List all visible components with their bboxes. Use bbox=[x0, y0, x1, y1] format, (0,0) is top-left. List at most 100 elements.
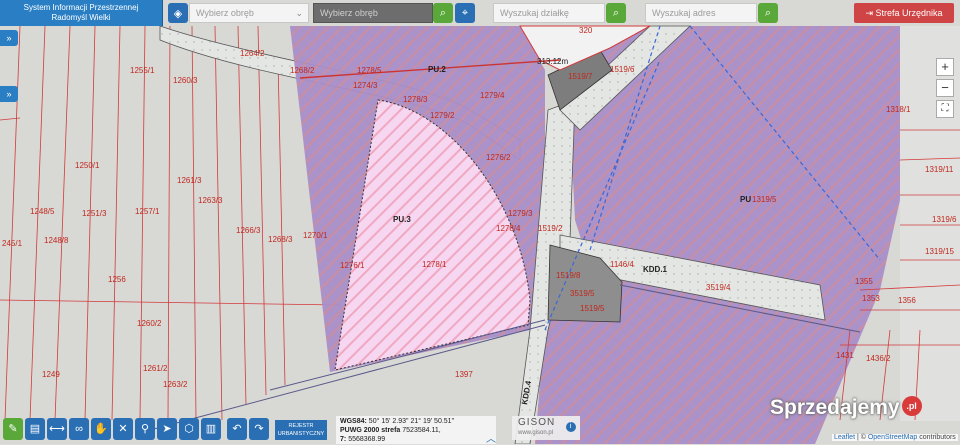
parcel-label: 1260/3 bbox=[173, 76, 198, 85]
parcel-label: 1519/2 bbox=[538, 224, 563, 233]
tool-button[interactable]: ⟷ bbox=[47, 418, 67, 440]
parcel-label: 1255/1 bbox=[130, 66, 155, 75]
watermark: Sprzedajemy .pl bbox=[770, 396, 922, 420]
parcel-label: 1278/5 bbox=[357, 66, 382, 75]
parcel-label: 1319/6 bbox=[932, 215, 957, 224]
coordinates-panel: WGS84: 50° 15' 2.93" 21° 19' 50.51" PUWG… bbox=[336, 416, 496, 444]
pin-button[interactable]: ⌖ bbox=[455, 3, 475, 23]
info-icon[interactable]: i bbox=[566, 422, 576, 432]
obreb-select-placeholder: Wybierz obręb bbox=[196, 8, 254, 18]
parcel-label: 3519/4 bbox=[706, 283, 731, 292]
tool-button[interactable]: ↷ bbox=[249, 418, 269, 440]
tool-button[interactable]: ▥ bbox=[201, 418, 221, 440]
parcel-label: 1519/5 bbox=[580, 304, 605, 313]
dzialka-search-placeholder: Wyszukaj działkę bbox=[500, 8, 569, 18]
tool-button[interactable]: ✎ bbox=[3, 418, 23, 440]
app-brand[interactable]: System Informacji Przestrzennej Radomyśl… bbox=[0, 0, 163, 26]
map-svg[interactable]: PU.2 PU.3 PU KDD.1 KDD.4 313.12m 320 126… bbox=[0, 0, 960, 444]
parcel-label: 1248/8 bbox=[44, 236, 69, 245]
parcel-label: 1264/2 bbox=[240, 49, 265, 58]
parcel-label: 1431 bbox=[836, 351, 854, 360]
chevron-up-icon: ︿ bbox=[486, 434, 496, 445]
obreb-search-field[interactable]: Wybierz obręb bbox=[313, 3, 433, 23]
zoom-in-button[interactable]: + bbox=[936, 58, 954, 76]
parcel-label: 1278/3 bbox=[403, 95, 428, 104]
map-icon: ▥ bbox=[205, 423, 217, 435]
parcel-label: 1279/4 bbox=[480, 91, 505, 100]
fullscreen-icon: ⛶ bbox=[941, 103, 949, 114]
parcel-label: 1355 bbox=[855, 277, 873, 286]
search-icon: ⌕ bbox=[439, 6, 447, 19]
area-icon: ⬡ bbox=[184, 423, 194, 435]
parcel-label: 1519/7 bbox=[568, 72, 593, 81]
gison-name: GISON bbox=[518, 417, 556, 428]
obreb-select[interactable]: Wybierz obręb ⌄ bbox=[189, 3, 309, 23]
osm-link[interactable]: OpenStreetMap bbox=[868, 434, 917, 441]
zone-label: PU.3 bbox=[393, 215, 411, 224]
parcel-label: 1278/1 bbox=[422, 260, 447, 269]
login-icon: ⇥ bbox=[865, 8, 873, 18]
leaflet-link[interactable]: Leaflet bbox=[834, 434, 855, 441]
parcel-label: 1263/3 bbox=[198, 196, 223, 205]
brand-line-2: Radomyśl Wielki bbox=[51, 13, 111, 22]
parcel-label: 1276/1 bbox=[340, 261, 365, 270]
tool-button[interactable]: ✋ bbox=[91, 418, 111, 440]
parcel-label: 1250/1 bbox=[75, 161, 100, 170]
parcel-label: 1251/3 bbox=[82, 209, 107, 218]
dzialka-search-field[interactable]: Wyszukaj działkę bbox=[493, 3, 605, 23]
tool-button[interactable]: ↶ bbox=[227, 418, 247, 440]
puwg-row: PUWG 2000 strefa 7523584.11, bbox=[340, 426, 496, 435]
rejestr-urbanistyczny-button[interactable]: REJESTR URBANISTYCZNY bbox=[275, 420, 327, 440]
parcel-label: 1436/2 bbox=[866, 354, 891, 363]
parcel-label: 1248/5 bbox=[30, 207, 55, 216]
zone-label: PU.2 bbox=[428, 65, 446, 74]
brand-line-1: System Informacji Przestrzennej bbox=[23, 3, 139, 12]
parcel-label: 1279/2 bbox=[430, 111, 455, 120]
measure-label: 313.12m bbox=[537, 57, 568, 66]
tool-button[interactable]: ⬡ bbox=[179, 418, 199, 440]
gison-logo[interactable]: GISON www.gison.pl i bbox=[512, 416, 580, 440]
parcel-label: 1279/3 bbox=[508, 209, 533, 218]
parcel-label: 3519/5 bbox=[570, 289, 595, 298]
layers-icon: ◈ bbox=[173, 7, 183, 20]
wgs-row: WGS84: 50° 15' 2.93" 21° 19' 50.51" bbox=[340, 417, 496, 426]
parcel-label: 1319/11 bbox=[925, 165, 954, 174]
map-canvas[interactable]: PU.2 PU.3 PU KDD.1 KDD.4 313.12m 320 126… bbox=[0, 0, 960, 444]
parcel-label: 1519/8 bbox=[556, 271, 581, 280]
parcel-label: 1249 bbox=[42, 370, 60, 379]
layers-button[interactable]: ◈ bbox=[168, 3, 188, 23]
link-icon: ∞ bbox=[75, 423, 83, 435]
strefa-urzednika-button[interactable]: ⇥ Strefa Urzędnika bbox=[854, 3, 954, 23]
tool-button[interactable]: ∞ bbox=[69, 418, 89, 440]
parcel-label: 1318/1 bbox=[886, 105, 911, 114]
expand-left-panel-button[interactable]: » bbox=[0, 30, 18, 46]
parcel-label: 1276/2 bbox=[486, 153, 511, 162]
marker-icon: ⚲ bbox=[140, 423, 150, 435]
zone-label: KDD.1 bbox=[643, 265, 668, 274]
obreb-search-button[interactable]: ⌕ bbox=[433, 3, 453, 23]
arrow-icon: ➤ bbox=[162, 423, 172, 435]
tool-button[interactable]: ✕ bbox=[113, 418, 133, 440]
parcel-label: 1278/4 bbox=[496, 224, 521, 233]
address-search-button[interactable]: ⌕ bbox=[758, 3, 778, 23]
parcel-label: 1274/3 bbox=[353, 81, 378, 90]
double-chevron-right-icon: » bbox=[6, 33, 12, 43]
ruler-icon: ⟷ bbox=[49, 423, 65, 435]
collapse-panel-button[interactable]: ︿ bbox=[486, 430, 496, 445]
watermark-suffix: .pl bbox=[901, 396, 922, 416]
zone-label: PU bbox=[740, 195, 751, 204]
wgs-label: WGS84: bbox=[340, 418, 367, 425]
dzialka-search-button[interactable]: ⌕ bbox=[606, 3, 626, 23]
print-icon: ▤ bbox=[29, 423, 41, 435]
expand-legend-button[interactable]: » bbox=[0, 86, 18, 102]
fullscreen-button[interactable]: ⛶ bbox=[936, 100, 954, 118]
address-search-field[interactable]: Wyszukaj adres bbox=[645, 3, 757, 23]
parcel-label: 1319/15 bbox=[925, 247, 954, 256]
parcel-label: 1519/6 bbox=[610, 65, 635, 74]
zoom-out-button[interactable]: − bbox=[936, 79, 954, 97]
parcel-label: 1261/3 bbox=[177, 176, 202, 185]
parcel-label: 245/1 bbox=[2, 239, 23, 248]
tool-button[interactable]: ▤ bbox=[25, 418, 45, 440]
tool-button[interactable]: ⚲ bbox=[135, 418, 155, 440]
tool-button[interactable]: ➤ bbox=[157, 418, 177, 440]
